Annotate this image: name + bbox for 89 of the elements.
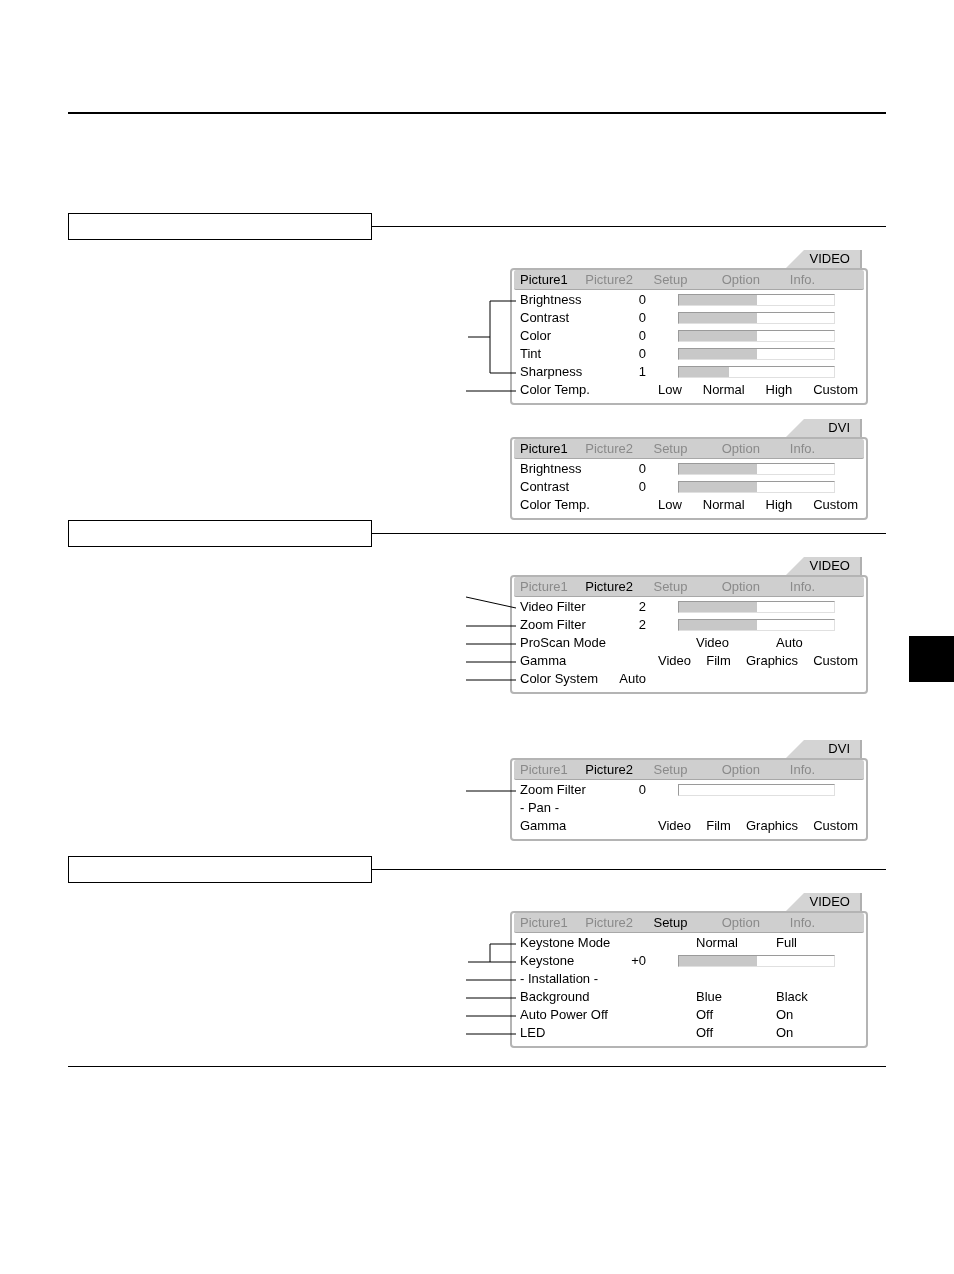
menu-tab[interactable]: Picture1	[520, 269, 586, 290]
option-choice[interactable]: Graphics	[745, 816, 798, 836]
setting-value: 0	[637, 327, 646, 346]
setting-label: Zoom Filter	[520, 616, 587, 635]
leader-line	[466, 679, 516, 681]
option-choice[interactable]: On	[776, 1023, 856, 1043]
option-choice[interactable]: Graphics	[745, 651, 798, 671]
setting-value: 0	[637, 345, 646, 364]
leader-line	[466, 625, 516, 627]
setting-label: Zoom Filter	[520, 781, 587, 800]
setting-value: Auto	[618, 670, 646, 689]
slider-track[interactable]	[678, 955, 835, 967]
setting-label: ProScan Mode	[520, 634, 607, 653]
setting-label: Auto Power Off	[520, 1006, 609, 1025]
setting-value: 0	[637, 309, 646, 328]
setting-value: +0	[630, 952, 646, 971]
leader-line	[466, 1015, 516, 1017]
option-choice[interactable]: Full	[776, 933, 856, 953]
setting-label: Sharpness	[520, 363, 584, 382]
menu-tab[interactable]: Picture2	[585, 759, 654, 780]
setting-label: Brightness	[520, 460, 583, 479]
slider-track[interactable]	[678, 312, 835, 324]
leader-line	[466, 643, 516, 645]
option-choice[interactable]: Custom	[813, 816, 858, 836]
option-choice[interactable]: Video	[658, 816, 691, 836]
option-choice[interactable]: Normal	[702, 380, 745, 400]
setting-heading: - Pan -	[520, 799, 559, 818]
option-choice[interactable]: Black	[776, 987, 856, 1007]
option-choice[interactable]: Normal	[702, 495, 745, 515]
setting-value: 0	[637, 460, 646, 479]
slider-track[interactable]	[678, 481, 835, 493]
menu-tab[interactable]: Picture2	[585, 576, 654, 597]
option-choice[interactable]: Custom	[813, 651, 858, 671]
setting-label: Color System	[520, 670, 600, 689]
option-choice[interactable]: High	[765, 495, 793, 515]
slider-track[interactable]	[678, 366, 835, 378]
option-choice[interactable]: Off	[696, 1005, 776, 1025]
leader-line	[466, 1033, 516, 1035]
bracket-leader	[467, 943, 516, 963]
setting-label: Gamma	[520, 817, 568, 836]
option-choice[interactable]: On	[776, 1005, 856, 1025]
option-choice[interactable]: High	[765, 380, 793, 400]
slider-track[interactable]	[678, 619, 835, 631]
leader-line	[466, 390, 516, 392]
setting-label: Keystone Mode	[520, 934, 612, 953]
slider-track[interactable]	[678, 348, 835, 360]
option-choice[interactable]: Off	[696, 1023, 776, 1043]
setting-value: 0	[637, 291, 646, 310]
setting-label: Background	[520, 988, 591, 1007]
setting-label: Brightness	[520, 291, 583, 310]
menu-tab[interactable]: Setup	[653, 912, 722, 933]
setting-heading: - Installation -	[520, 970, 599, 989]
leader-line	[466, 979, 516, 981]
setting-label: Color Temp.	[520, 381, 591, 400]
setting-value: 0	[637, 478, 646, 497]
leader-line	[466, 997, 516, 999]
setting-label: Tint	[520, 345, 543, 364]
setting-label: Color	[520, 327, 553, 346]
option-choice[interactable]: Film	[706, 816, 731, 836]
menu-tab[interactable]: Picture1	[520, 438, 586, 459]
leader-line	[466, 596, 516, 609]
setting-label: Color Temp.	[520, 496, 591, 515]
slider-track[interactable]	[678, 463, 835, 475]
option-choice[interactable]: Low	[658, 495, 682, 515]
option-choice[interactable]: Custom	[813, 495, 858, 515]
option-choice[interactable]: Video	[658, 651, 691, 671]
leader-line	[466, 790, 516, 792]
slider-track[interactable]	[678, 330, 835, 342]
option-choice[interactable]: Low	[658, 380, 682, 400]
setting-label: Gamma	[520, 652, 568, 671]
setting-label: LED	[520, 1024, 547, 1043]
option-choice[interactable]: Video	[696, 633, 776, 653]
leader-line	[466, 661, 516, 663]
setting-label: Contrast	[520, 309, 571, 328]
setting-value: 2	[637, 616, 646, 635]
setting-label: Video Filter	[520, 598, 587, 617]
option-choice[interactable]: Auto	[776, 633, 856, 653]
option-choice[interactable]: Normal	[696, 933, 776, 953]
slider-track[interactable]	[678, 601, 835, 613]
slider-track[interactable]	[678, 784, 835, 796]
setting-label: Contrast	[520, 478, 571, 497]
setting-label: Keystone	[520, 952, 576, 971]
slider-track[interactable]	[678, 294, 835, 306]
option-choice[interactable]: Film	[706, 651, 731, 671]
setting-value: 0	[637, 781, 646, 800]
setting-value: 2	[637, 598, 646, 617]
setting-value: 1	[637, 363, 646, 382]
option-choice[interactable]: Custom	[813, 380, 858, 400]
option-choice[interactable]: Blue	[696, 987, 776, 1007]
